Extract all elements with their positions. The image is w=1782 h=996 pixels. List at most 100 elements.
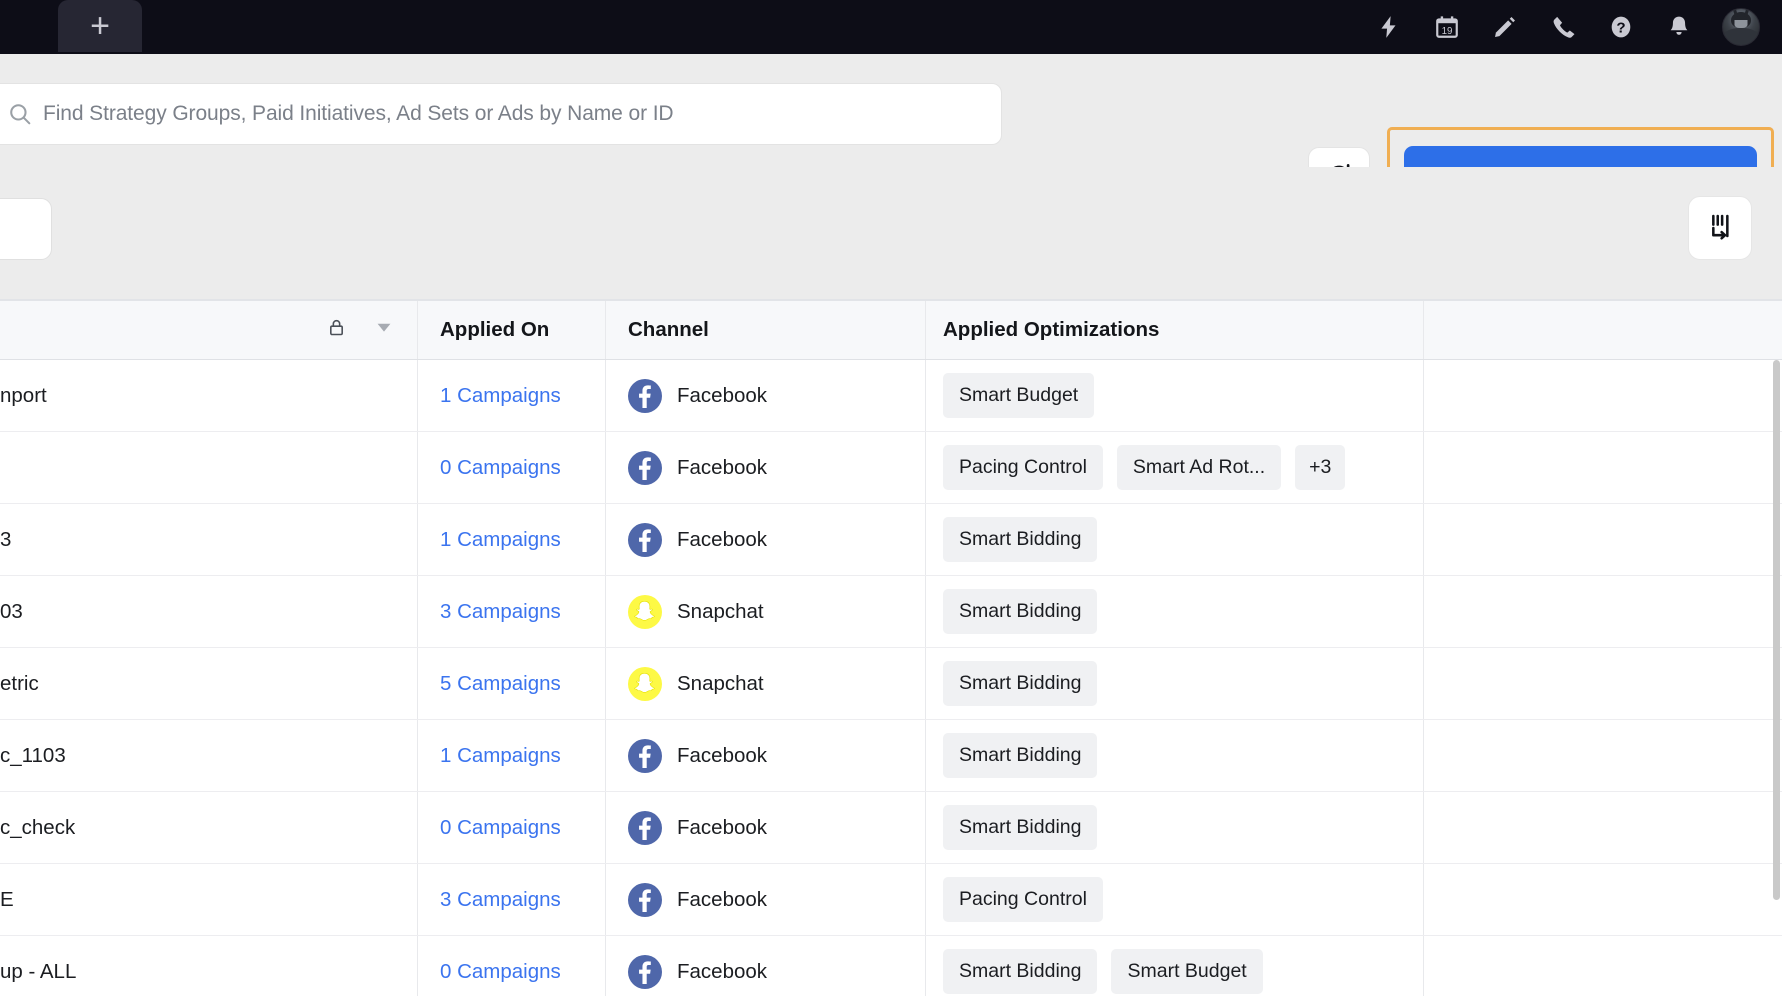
cell-applied-optimizations: Smart Bidding bbox=[926, 792, 1424, 863]
cell-applied-optimizations: Smart Bidding bbox=[926, 504, 1424, 575]
campaigns-link[interactable]: 5 Campaigns bbox=[440, 672, 561, 696]
avatar[interactable] bbox=[1722, 8, 1760, 46]
cell-applied-on: 1 Campaigns bbox=[418, 360, 606, 431]
cell-name[interactable]: 03 bbox=[0, 576, 418, 647]
column-settings-button[interactable] bbox=[1688, 196, 1752, 260]
header-cell-applied-on[interactable]: Applied On bbox=[418, 301, 606, 359]
cell-channel: Facebook bbox=[606, 432, 926, 503]
cell-trailing bbox=[1424, 792, 1782, 863]
campaigns-link[interactable]: 1 Campaigns bbox=[440, 528, 561, 552]
campaigns-link[interactable]: 0 Campaigns bbox=[440, 960, 561, 984]
pencil-icon[interactable] bbox=[1490, 12, 1520, 42]
bell-icon[interactable] bbox=[1664, 12, 1694, 42]
facebook-icon bbox=[628, 450, 662, 485]
svg-text:19: 19 bbox=[1442, 26, 1453, 37]
optimization-tag[interactable]: Smart Bidding bbox=[943, 517, 1098, 562]
lightning-bolt-icon[interactable] bbox=[1374, 12, 1404, 42]
optimization-tag[interactable]: Smart Budget bbox=[943, 373, 1095, 418]
cell-name[interactable]: up - ALL bbox=[0, 936, 418, 996]
cell-name[interactable]: c_check bbox=[0, 792, 418, 863]
optimization-tag[interactable]: Smart Bidding bbox=[943, 949, 1098, 994]
header-cell-channel[interactable]: Channel bbox=[606, 301, 926, 359]
campaigns-link[interactable]: 0 Campaigns bbox=[440, 456, 561, 480]
optimization-tag[interactable]: Smart Ad Rot... bbox=[1116, 445, 1282, 490]
campaigns-link[interactable]: 1 Campaigns bbox=[440, 384, 561, 408]
facebook-icon bbox=[628, 810, 662, 845]
optimization-tag[interactable]: Smart Bidding bbox=[943, 805, 1098, 850]
channel-label: Facebook bbox=[677, 455, 768, 479]
channel-label: Facebook bbox=[677, 887, 768, 911]
lock-icon[interactable] bbox=[326, 317, 347, 344]
table-row[interactable]: up - ALL 0 Campaigns Facebook Smart Bidding… bbox=[0, 936, 1782, 996]
optimization-tag[interactable]: Smart Bidding bbox=[943, 589, 1098, 634]
cell-name[interactable] bbox=[0, 432, 418, 503]
new-tab-button[interactable]: + bbox=[58, 0, 142, 52]
cell-name[interactable]: 3 bbox=[0, 504, 418, 575]
cell-channel: Snapchat bbox=[606, 648, 926, 719]
cell-trailing bbox=[1424, 432, 1782, 503]
svg-text:?: ? bbox=[1616, 19, 1625, 36]
cell-trailing bbox=[1424, 864, 1782, 935]
campaigns-link[interactable]: 1 Campaigns bbox=[440, 744, 561, 768]
table-row[interactable]: 03 3 Campaigns Snapchat Smart Bidding bbox=[0, 576, 1782, 648]
optimization-tag[interactable]: Smart Budget bbox=[1111, 949, 1263, 994]
cell-applied-optimizations: Pacing Control Smart Ad Rot... +3 bbox=[926, 432, 1424, 503]
app-root: + 19 ? Find Strategy Groups, Paid Initia… bbox=[0, 0, 1782, 996]
search-toolbar: Find Strategy Groups, Paid Initiatives, … bbox=[0, 54, 1782, 221]
cell-name[interactable]: nport bbox=[0, 360, 418, 431]
facebook-icon bbox=[628, 882, 662, 917]
cell-trailing bbox=[1424, 648, 1782, 719]
cell-applied-on: 5 Campaigns bbox=[418, 648, 606, 719]
cell-applied-on: 3 Campaigns bbox=[418, 864, 606, 935]
avatar-face bbox=[1734, 20, 1748, 28]
channel-label: Facebook bbox=[677, 383, 768, 407]
filter-control-partial[interactable] bbox=[0, 198, 52, 260]
table-row[interactable]: etric 5 Campaigns Snapchat Smart Bidding bbox=[0, 648, 1782, 720]
optimization-tag[interactable]: Smart Bidding bbox=[943, 661, 1098, 706]
table-row[interactable]: 0 Campaigns Facebook Pacing Control Smart A… bbox=[0, 432, 1782, 504]
optimization-overflow-badge[interactable]: +3 bbox=[1295, 445, 1346, 490]
table-row[interactable]: c_check 0 Campaigns Facebook Smart Bidding bbox=[0, 792, 1782, 864]
phone-icon[interactable] bbox=[1548, 12, 1578, 42]
cell-applied-optimizations: Smart Bidding bbox=[926, 648, 1424, 719]
cell-name[interactable]: etric bbox=[0, 648, 418, 719]
table-row[interactable]: 3 1 Campaigns Facebook Smart Bidding bbox=[0, 504, 1782, 576]
facebook-icon bbox=[628, 522, 662, 557]
channel-label: Facebook bbox=[677, 959, 768, 983]
strategy-group-name: E bbox=[0, 887, 14, 911]
strategy-group-name: c_1103 bbox=[0, 743, 66, 767]
optimization-tag[interactable]: Pacing Control bbox=[943, 877, 1103, 922]
cell-applied-on: 3 Campaigns bbox=[418, 576, 606, 647]
cell-channel: Facebook bbox=[606, 864, 926, 935]
optimization-tag[interactable]: Smart Bidding bbox=[943, 733, 1098, 778]
cell-applied-optimizations: Smart Bidding bbox=[926, 576, 1424, 647]
avatar-body bbox=[1724, 28, 1758, 45]
search-placeholder: Find Strategy Groups, Paid Initiatives, … bbox=[43, 102, 674, 125]
calendar-icon[interactable]: 19 bbox=[1432, 12, 1462, 42]
column-filter-icon[interactable] bbox=[373, 316, 395, 344]
table-row[interactable]: nport 1 Campaigns Facebook Smart Budget bbox=[0, 360, 1782, 432]
strategy-group-name: 3 bbox=[0, 527, 12, 551]
campaigns-link[interactable]: 3 Campaigns bbox=[440, 600, 561, 624]
cell-channel: Facebook bbox=[606, 936, 926, 996]
channel-label: Facebook bbox=[677, 815, 768, 839]
cell-name[interactable]: E bbox=[0, 864, 418, 935]
table-body: nport 1 Campaigns Facebook Smart Budget 0 Ca… bbox=[0, 360, 1782, 996]
optimization-tag[interactable]: Pacing Control bbox=[943, 445, 1103, 490]
cell-trailing bbox=[1424, 936, 1782, 996]
strategy-group-name: 03 bbox=[0, 599, 23, 623]
help-icon[interactable]: ? bbox=[1606, 12, 1636, 42]
table-header-row: Applied On Channel Applied Optimizations bbox=[0, 300, 1782, 360]
header-cell-applied-optimizations[interactable]: Applied Optimizations bbox=[926, 301, 1424, 359]
search-field[interactable]: Find Strategy Groups, Paid Initiatives, … bbox=[0, 83, 1002, 145]
table-row[interactable]: E 3 Campaigns Facebook Pacing Control bbox=[0, 864, 1782, 936]
vertical-scrollbar[interactable] bbox=[1773, 360, 1780, 900]
cell-name[interactable]: c_1103 bbox=[0, 720, 418, 791]
campaigns-link[interactable]: 0 Campaigns bbox=[440, 816, 561, 840]
channel-label: Facebook bbox=[677, 743, 768, 767]
campaigns-link[interactable]: 3 Campaigns bbox=[440, 888, 561, 912]
header-cell-name bbox=[0, 301, 418, 359]
cell-applied-optimizations: Pacing Control bbox=[926, 864, 1424, 935]
table-row[interactable]: c_1103 1 Campaigns Facebook Smart Bidding bbox=[0, 720, 1782, 792]
channel-label: Snapchat bbox=[677, 599, 764, 623]
